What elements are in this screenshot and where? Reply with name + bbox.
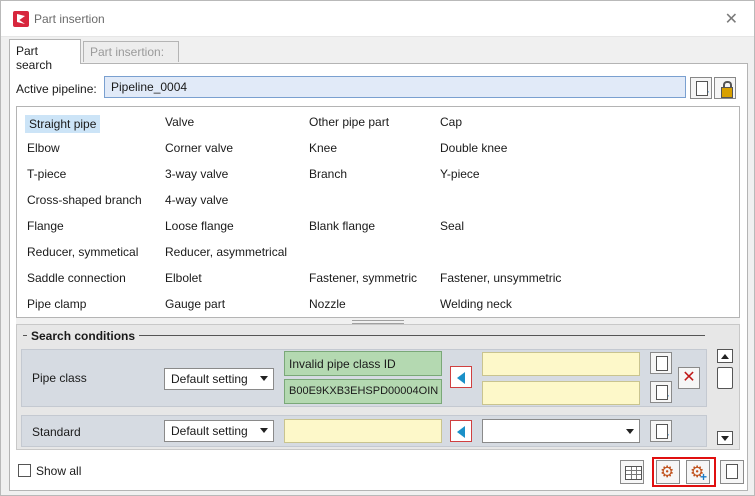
active-pipeline-field[interactable]: Pipeline_0004 (104, 76, 686, 98)
close-icon[interactable]: ✕ (725, 9, 738, 29)
part-type-list: Straight pipe Valve Other pipe part Cap … (16, 106, 740, 318)
standard-setting-dropdown[interactable]: Default setting (164, 420, 274, 442)
gear-add-icon[interactable] (686, 460, 710, 484)
title-bar: Part insertion ✕ (1, 1, 754, 37)
list-item[interactable]: Fastener, unsymmetric (440, 271, 561, 285)
list-item[interactable]: Reducer, asymmetrical (165, 245, 287, 259)
pipe-class-setting-dropdown[interactable]: Default setting (164, 368, 274, 390)
preview-button[interactable] (720, 460, 744, 484)
list-item[interactable]: Gauge part (165, 297, 225, 311)
standard-label: Standard (32, 425, 81, 439)
list-item[interactable]: Double knee (440, 141, 507, 155)
list-item[interactable]: Pipe clamp (27, 297, 86, 311)
tab-part-search[interactable]: Part search (9, 39, 81, 72)
chevron-down-icon (260, 428, 268, 433)
preview-icon[interactable] (650, 352, 672, 374)
tab-part-insertion[interactable]: Part insertion: (83, 41, 179, 62)
list-item[interactable]: T-piece (27, 167, 66, 181)
list-item[interactable]: Welding neck (440, 297, 512, 311)
chevron-down-icon (260, 376, 268, 381)
select-pipeline-button[interactable] (690, 77, 712, 99)
transfer-left-button[interactable] (450, 366, 472, 388)
list-item[interactable]: Elbow (27, 141, 60, 155)
active-pipeline-label: Active pipeline: (16, 82, 97, 96)
list-item[interactable]: Saddle connection (27, 271, 126, 285)
list-item[interactable]: Corner valve (165, 141, 233, 155)
standard-setting-value: Default setting (171, 424, 248, 438)
list-item[interactable]: Elbolet (165, 271, 202, 285)
pipe-class-id-field: B00E9KXB3EHSPD00004OIN (284, 379, 442, 404)
standard-row: Standard Default setting (21, 415, 707, 447)
list-item[interactable]: 3-way valve (165, 167, 228, 181)
part-insertion-dialog: Part insertion ✕ Part search Part insert… (0, 0, 755, 496)
scroll-up-button[interactable] (717, 349, 733, 363)
list-item[interactable]: Branch (309, 167, 347, 181)
list-item[interactable]: Knee (309, 141, 337, 155)
show-all-label: Show all (36, 464, 82, 478)
pipe-class-setting-value: Default setting (171, 372, 248, 386)
list-item[interactable]: Flange (27, 219, 64, 233)
search-conditions-title: Search conditions (27, 329, 140, 343)
list-item[interactable]: Fastener, symmetric (309, 271, 417, 285)
standard-value-dropdown[interactable] (482, 419, 640, 443)
show-all-checkbox[interactable] (18, 464, 31, 477)
list-item[interactable]: Cap (440, 115, 462, 129)
pipe-class-status-field: Invalid pipe class ID (284, 351, 442, 376)
gear-icon[interactable] (656, 460, 680, 484)
lock-icon[interactable] (714, 77, 736, 99)
pipe-class-filter-field-1[interactable] (482, 352, 640, 376)
list-item[interactable]: Valve (165, 115, 194, 129)
list-item[interactable]: Nozzle (309, 297, 346, 311)
list-item[interactable]: Y-piece (440, 167, 480, 181)
table-view-button[interactable] (620, 460, 644, 484)
pipe-class-label: Pipe class (32, 371, 87, 385)
scroll-down-button[interactable] (717, 431, 733, 445)
list-item[interactable]: Cross-shaped branch (27, 193, 142, 207)
list-item[interactable]: Straight pipe (25, 115, 101, 133)
delete-condition-button[interactable]: ✕ (678, 367, 700, 389)
chevron-down-icon (626, 429, 634, 434)
window-title: Part insertion (34, 12, 105, 26)
search-conditions-panel: Search conditions Pipe class Default set… (16, 324, 740, 450)
standard-filter-field[interactable] (284, 419, 442, 443)
list-item[interactable]: Loose flange (165, 219, 234, 233)
list-item[interactable]: Seal (440, 219, 464, 233)
conditions-scrollbar[interactable] (717, 349, 733, 445)
scroll-thumb[interactable] (717, 367, 733, 389)
list-item[interactable]: Other pipe part (309, 115, 389, 129)
pipe-class-row: Pipe class Default setting Invalid pipe … (21, 349, 707, 407)
bottom-toolbar: Show all (16, 456, 744, 487)
pipe-class-filter-field-2[interactable] (482, 381, 640, 405)
app-logo-icon (13, 11, 29, 27)
list-item[interactable]: Blank flange (309, 219, 375, 233)
transfer-left-button[interactable] (450, 420, 472, 442)
add-standard-button[interactable] (650, 420, 672, 442)
list-item[interactable]: Reducer, symmetical (27, 245, 138, 259)
add-condition-button[interactable] (650, 381, 672, 403)
list-item[interactable]: 4-way valve (165, 193, 228, 207)
part-search-page: Active pipeline: Pipeline_0004 Straight … (9, 63, 748, 491)
